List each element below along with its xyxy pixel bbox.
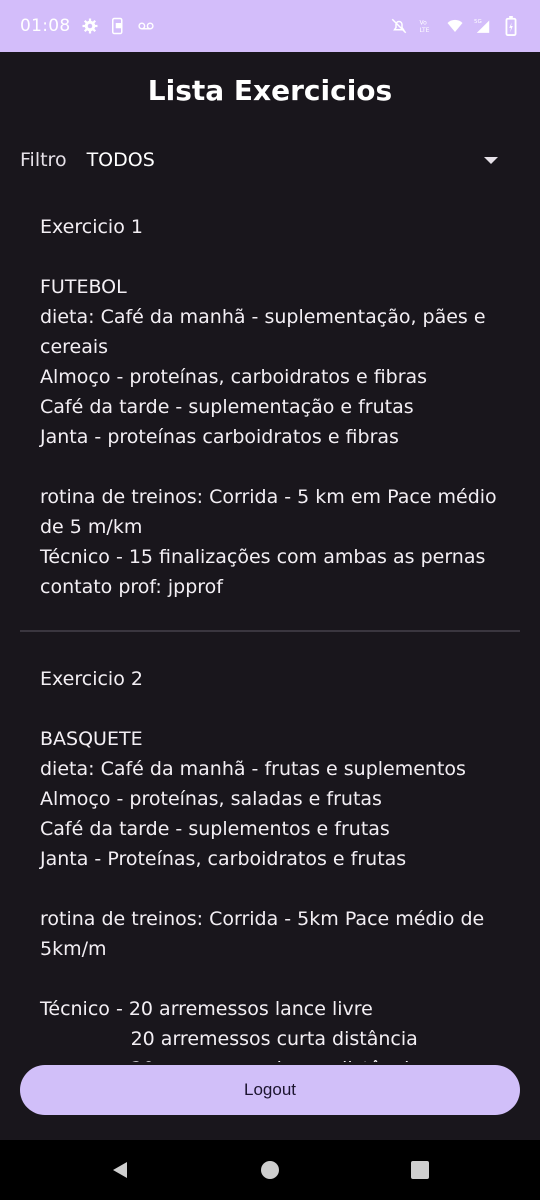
wifi-icon [446,17,464,35]
filter-row: Filtro TODOS [20,146,510,174]
exercise-text: Exercicio 1 FUTEBOL dieta: Café da manhã… [40,216,497,598]
svg-text:LTE: LTE [420,27,430,34]
gear-icon [81,17,99,35]
system-nav-bar [0,1140,540,1200]
logout-button[interactable]: Logout [20,1065,520,1115]
signal-icon: 5G [474,17,492,35]
filter-label: Filtro [20,149,67,171]
status-time: 01:08 [20,16,71,36]
svg-text:Vo: Vo [420,20,428,27]
status-right: Vo LTE 5G [390,16,520,36]
dropdown-arrow-icon [484,156,498,164]
back-icon[interactable] [100,1150,140,1190]
filter-dropdown[interactable]: TODOS [87,146,510,174]
home-icon[interactable] [250,1150,290,1190]
status-bar: 01:08 Vo LTE 5G [0,0,540,52]
page-title: Lista Exercicios [147,74,393,107]
exercise-card[interactable]: Exercicio 2 BASQUETE dieta: Café da manh… [0,654,540,1062]
filter-selected-value: TODOS [86,149,155,171]
divider [20,630,520,632]
battery-icon [502,16,520,36]
exercise-card[interactable]: Exercicio 1 FUTEBOL dieta: Café da manhã… [0,202,540,630]
network-label: 5G [474,19,482,25]
exercise-list[interactable]: Exercicio 1 FUTEBOL dieta: Café da manhã… [0,202,540,1062]
screenshot-icon [109,17,127,35]
app-screen: Lista Exercicios Filtro TODOS Exercicio … [0,52,540,1140]
volte-icon: Vo LTE [418,17,436,35]
exercise-text: Exercicio 2 BASQUETE dieta: Café da manh… [40,668,485,1062]
mute-icon [390,17,408,35]
status-left: 01:08 [20,16,155,36]
recent-apps-icon[interactable] [400,1150,440,1190]
voicemail-icon [137,17,155,35]
